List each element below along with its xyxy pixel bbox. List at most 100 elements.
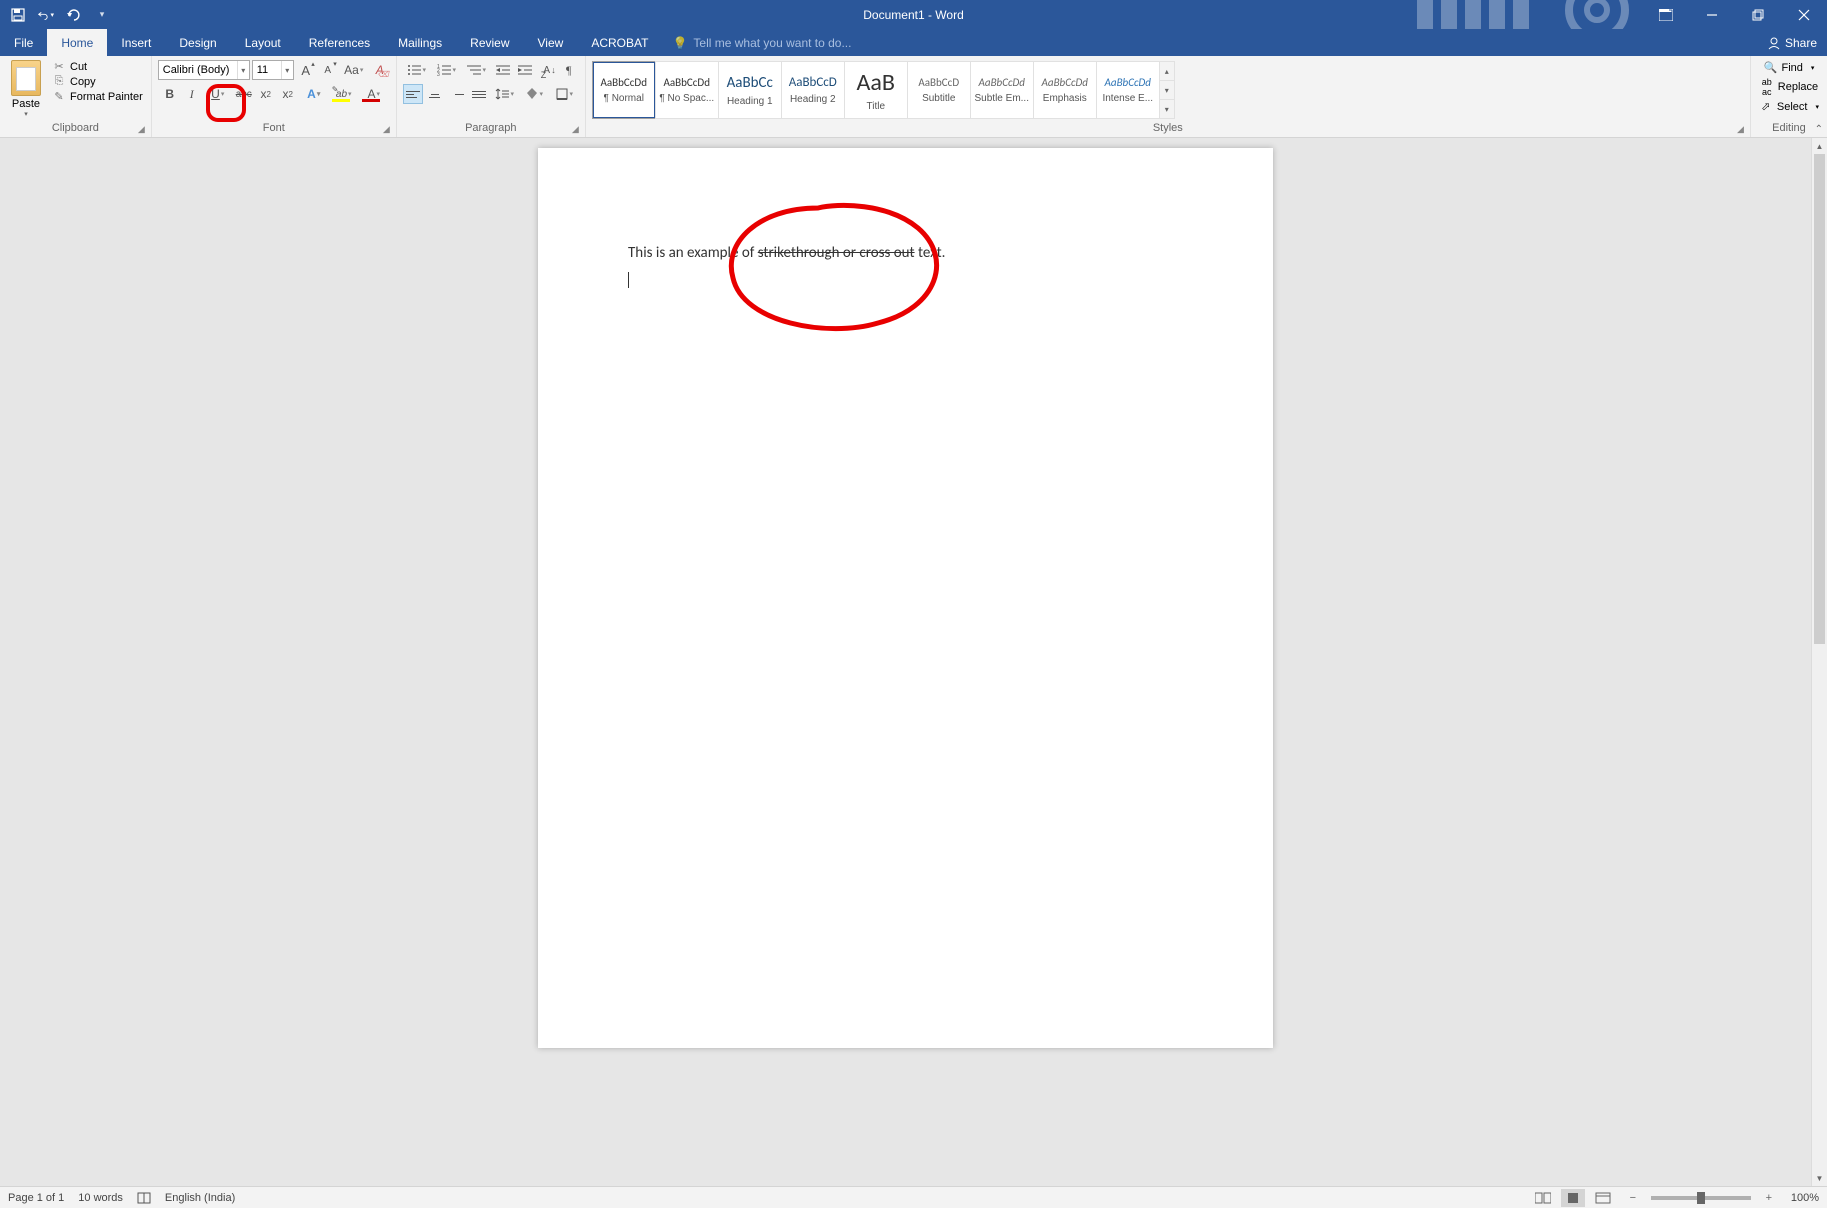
change-case-button[interactable]: Aa▾ (340, 60, 368, 80)
close-button[interactable] (1781, 0, 1827, 29)
web-layout-button[interactable] (1591, 1189, 1615, 1207)
style-heading-2[interactable]: AaBbCcDHeading 2 (781, 61, 845, 119)
font-size-combo[interactable]: 11▾ (252, 60, 294, 80)
font-launcher[interactable]: ◢ (383, 124, 390, 135)
tab-design[interactable]: Design (165, 29, 230, 56)
tab-references[interactable]: References (295, 29, 384, 56)
read-mode-button[interactable] (1531, 1189, 1555, 1207)
replace-icon: abac (1760, 77, 1774, 97)
style-title[interactable]: AaBTitle (844, 61, 908, 119)
show-hide-button[interactable]: ¶ (559, 60, 579, 80)
style-subtle-em-[interactable]: AaBbCcDdSubtle Em... (970, 61, 1034, 119)
decrease-indent-button[interactable] (493, 60, 513, 80)
shrink-font-button[interactable]: A▾ (318, 60, 338, 80)
copy-icon: ⎘ (52, 75, 66, 88)
maximize-button[interactable] (1735, 0, 1781, 29)
undo-button[interactable]: ▾ (38, 7, 54, 23)
style--normal[interactable]: AaBbCcDd¶ Normal (592, 61, 656, 119)
zoom-level[interactable]: 100% (1791, 1192, 1819, 1204)
style-emphasis[interactable]: AaBbCcDdEmphasis (1033, 61, 1097, 119)
zoom-slider[interactable] (1651, 1196, 1751, 1200)
text-effects-button[interactable]: A▾ (300, 84, 328, 104)
zoom-handle[interactable] (1697, 1192, 1705, 1204)
styles-launcher[interactable]: ◢ (1737, 124, 1744, 135)
bullets-button[interactable]: ▾ (403, 60, 431, 80)
cut-button[interactable]: ✂Cut (50, 60, 145, 73)
grow-font-button[interactable]: A▴ (296, 60, 316, 80)
justify-button[interactable] (469, 84, 489, 104)
share-label: Share (1785, 36, 1817, 50)
tab-view[interactable]: View (524, 29, 578, 56)
clipboard-label: Clipboard◢ (6, 122, 145, 135)
sort-button[interactable]: AZ↓ (537, 60, 557, 80)
language-button[interactable]: English (India) (165, 1192, 235, 1204)
styles-more-button[interactable]: ▴▾▾ (1159, 61, 1175, 119)
ribbon-display-options-button[interactable] (1643, 0, 1689, 29)
format-painter-button[interactable]: ✎Format Painter (50, 90, 145, 103)
paragraph-group: ▾ 123▾ ▾ AZ↓ ¶ ▾ ▾ ▾ Paragraph◢ (397, 56, 586, 137)
align-right-button[interactable] (447, 84, 467, 104)
increase-indent-button[interactable] (515, 60, 535, 80)
text-strikethrough: strikethrough or cross out (758, 244, 915, 262)
tab-file[interactable]: File (0, 29, 47, 56)
superscript-button[interactable]: x2 (278, 84, 298, 104)
qat-customize-button[interactable]: ▾ (94, 7, 110, 23)
scrollbar-track[interactable] (1812, 154, 1827, 1170)
style-intense-e-[interactable]: AaBbCcDdIntense E... (1096, 61, 1160, 119)
paste-button[interactable]: Paste ▾ (6, 60, 46, 118)
style--no-spac-[interactable]: AaBbCcDd¶ No Spac... (655, 61, 719, 119)
tab-insert[interactable]: Insert (107, 29, 165, 56)
minimize-button[interactable] (1689, 0, 1735, 29)
tab-layout[interactable]: Layout (231, 29, 295, 56)
save-button[interactable] (10, 7, 26, 23)
scroll-down-button[interactable]: ▼ (1812, 1170, 1827, 1186)
bold-button[interactable]: B (160, 84, 180, 104)
tab-home[interactable]: Home (47, 29, 107, 56)
subscript-button[interactable]: x2 (256, 84, 276, 104)
copy-button[interactable]: ⎘Copy (50, 75, 145, 88)
clear-formatting-button[interactable]: A⌫ (370, 60, 390, 80)
clipboard-launcher[interactable]: ◢ (138, 124, 145, 135)
find-button[interactable]: 🔍Find▾ (1761, 60, 1816, 75)
borders-button[interactable]: ▾ (551, 84, 579, 104)
font-name-combo[interactable]: Calibri (Body)▾ (158, 60, 250, 80)
style-subtitle[interactable]: AaBbCcDSubtitle (907, 61, 971, 119)
document-page[interactable]: This is an example of strikethrough or c… (538, 148, 1273, 1048)
spell-check-button[interactable] (137, 1192, 151, 1204)
numbering-button[interactable]: 123▾ (433, 60, 461, 80)
underline-button[interactable]: U▾ (204, 84, 232, 104)
align-left-button[interactable] (403, 84, 423, 104)
replace-button[interactable]: abacReplace (1758, 76, 1820, 98)
font-color-button[interactable]: A▾ (360, 84, 388, 104)
vertical-scrollbar[interactable]: ▲ ▼ (1811, 138, 1827, 1186)
word-count[interactable]: 10 words (78, 1192, 123, 1204)
tell-me-search[interactable]: 💡 Tell me what you want to do... (672, 29, 851, 56)
tell-me-placeholder: Tell me what you want to do... (693, 36, 851, 50)
print-layout-button[interactable] (1561, 1189, 1585, 1207)
paste-label: Paste (12, 98, 40, 110)
svg-text:3: 3 (437, 72, 440, 76)
tab-review[interactable]: Review (456, 29, 523, 56)
document-scroll[interactable]: This is an example of strikethrough or c… (0, 138, 1811, 1186)
line-spacing-button[interactable]: ▾ (491, 84, 519, 104)
shading-button[interactable]: ▾ (521, 84, 549, 104)
multilevel-list-button[interactable]: ▾ (463, 60, 491, 80)
share-button[interactable]: Share (1767, 29, 1817, 56)
scroll-up-button[interactable]: ▲ (1812, 138, 1827, 154)
strikethrough-button[interactable]: abc (234, 84, 254, 104)
paragraph-launcher[interactable]: ◢ (572, 124, 579, 135)
redo-button[interactable] (66, 7, 82, 23)
style-heading-1[interactable]: AaBbCcHeading 1 (718, 61, 782, 119)
page-count[interactable]: Page 1 of 1 (8, 1192, 64, 1204)
tab-mailings[interactable]: Mailings (384, 29, 456, 56)
select-button[interactable]: ⬀Select▾ (1757, 99, 1821, 114)
styles-group: AaBbCcDd¶ NormalAaBbCcDd¶ No Spac...AaBb… (586, 56, 1751, 137)
italic-button[interactable]: I (182, 84, 202, 104)
collapse-ribbon-button[interactable]: ⌃ (1815, 124, 1823, 135)
scrollbar-thumb[interactable] (1814, 154, 1825, 644)
align-center-button[interactable] (425, 84, 445, 104)
tab-acrobat[interactable]: ACROBAT (577, 29, 662, 56)
zoom-out-button[interactable]: − (1621, 1189, 1645, 1207)
zoom-in-button[interactable]: + (1757, 1189, 1781, 1207)
highlight-button[interactable]: ab✎▾ (330, 84, 358, 104)
